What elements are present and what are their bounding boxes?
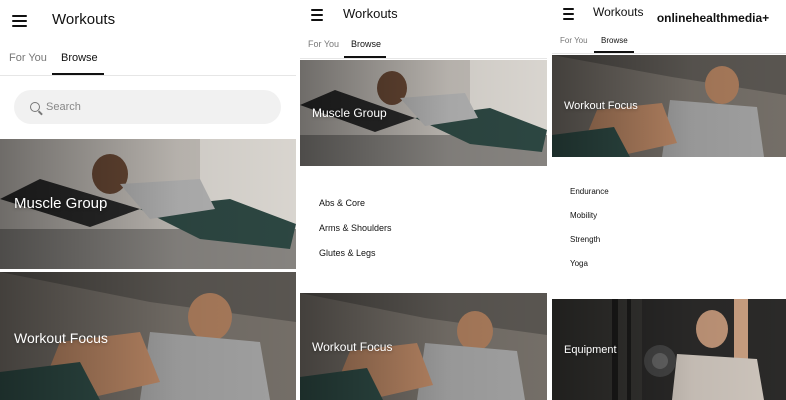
search-icon: [30, 102, 40, 112]
tabs-divider: [0, 75, 296, 76]
muscle-group-label: Muscle Group: [312, 106, 387, 120]
submenu-item-yoga[interactable]: Yoga: [570, 259, 609, 283]
menu-icon[interactable]: [12, 15, 27, 30]
menu-icon[interactable]: [563, 8, 574, 23]
submenu-item-arms-shoulders[interactable]: Arms & Shoulders: [319, 223, 392, 248]
screen-browse-2: Workouts For You Browse Muscle Group Abs…: [300, 0, 547, 400]
submenu-item-mobility[interactable]: Mobility: [570, 211, 609, 235]
equipment-label: Equipment: [564, 344, 617, 356]
equipment-card[interactable]: Equipment: [552, 299, 786, 400]
muscle-group-card[interactable]: Muscle Group: [0, 139, 296, 269]
submenu-item-glutes-legs[interactable]: Glutes & Legs: [319, 248, 392, 273]
muscle-group-submenu: Abs & Core Arms & Shoulders Glutes & Leg…: [319, 198, 392, 273]
tabs-divider: [300, 58, 547, 59]
screen-browse-1: Workouts For You Browse Search Muscle Gr…: [0, 0, 296, 400]
submenu-item-endurance[interactable]: Endurance: [570, 187, 609, 211]
watermark-logo: onlinehealthmedia+: [648, 8, 778, 28]
workout-focus-submenu: Endurance Mobility Strength Yoga: [570, 187, 609, 283]
workout-focus-label: Workout Focus: [564, 100, 638, 112]
tab-browse[interactable]: Browse: [601, 36, 628, 45]
page-title: Workouts: [52, 11, 116, 28]
submenu-item-strength[interactable]: Strength: [570, 235, 609, 259]
workout-focus-card[interactable]: Workout Focus: [300, 293, 547, 400]
tab-for-you[interactable]: For You: [560, 36, 588, 45]
page-title: Workouts: [593, 5, 644, 19]
screen-browse-3: Workouts For You Browse Workout Focus En…: [552, 0, 786, 400]
workout-focus-card[interactable]: Workout Focus: [552, 55, 786, 157]
workout-focus-label: Workout Focus: [14, 330, 108, 346]
search-placeholder: Search: [46, 101, 81, 113]
tab-browse[interactable]: Browse: [61, 52, 98, 64]
search-input[interactable]: Search: [14, 90, 281, 124]
workout-focus-label: Workout Focus: [312, 340, 393, 354]
menu-icon[interactable]: [311, 9, 323, 24]
muscle-group-label: Muscle Group: [14, 195, 108, 212]
tab-for-you[interactable]: For You: [9, 52, 47, 64]
tab-for-you[interactable]: For You: [308, 39, 339, 49]
tabs-divider: [552, 53, 786, 54]
submenu-item-abs-core[interactable]: Abs & Core: [319, 198, 392, 223]
tab-browse[interactable]: Browse: [351, 39, 381, 49]
page-title: Workouts: [343, 6, 398, 21]
muscle-group-card[interactable]: Muscle Group: [300, 60, 547, 166]
workout-focus-card[interactable]: Workout Focus: [0, 272, 296, 400]
